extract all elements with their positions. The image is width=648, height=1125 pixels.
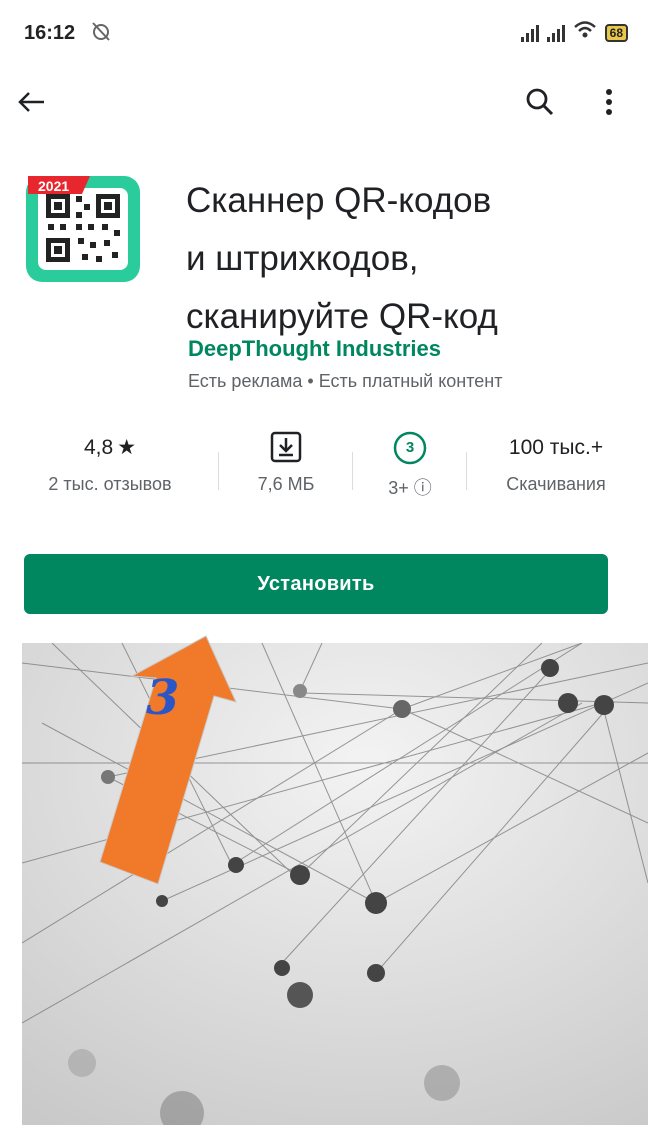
age-rating-badge: 3 [405, 439, 415, 456]
app-title: Сканнер QR-кодов и штрихкодов, сканируйт… [186, 172, 626, 346]
app-icon: 2021 [24, 172, 142, 284]
search-icon[interactable] [520, 82, 560, 122]
status-time: 16:12 [24, 22, 76, 44]
battery-icon: 68 [604, 23, 628, 42]
app-title-line: и штрихкодов, [186, 239, 419, 278]
app-title-line: Сканнер QR-кодов [186, 181, 492, 220]
icon-badge-text: 2021 [38, 178, 70, 194]
divider [466, 452, 467, 490]
size-stat: 7,6 МБ [226, 430, 346, 495]
downloads-stat: 100 тыс.+ Скачивания [474, 430, 638, 495]
install-button[interactable]: Установить [24, 554, 608, 614]
rating-stat[interactable]: 4,8 ★ 2 тыс. отзывов [10, 430, 210, 495]
download-icon [226, 430, 346, 466]
annotation-arrow: 3 [96, 634, 246, 894]
divider [218, 452, 219, 490]
back-arrow-icon[interactable] [14, 84, 50, 120]
rating-value: 4,8 [83, 436, 114, 459]
signal-icon [520, 24, 539, 42]
age-rating-stat[interactable]: 3 3+ ⓘ [360, 430, 460, 500]
more-vert-icon[interactable] [594, 82, 624, 122]
reviews-count: 2 тыс. отзывов [48, 474, 172, 494]
age-rating-icon: 3 [360, 430, 460, 466]
developer-link[interactable]: DeepThought Industries [188, 336, 441, 362]
ads-info: Есть реклама • Есть платный контент [188, 371, 503, 391]
divider [352, 452, 353, 490]
downloads-value: 100 тыс.+ [508, 436, 604, 459]
star-icon: ★ [117, 436, 137, 459]
status-bar: 16:12 68 [0, 0, 648, 70]
stats-row: 4,8 ★ 2 тыс. отзывов 7,6 МБ 3 3+ ⓘ 100 ты… [0, 430, 648, 510]
downloads-label: Скачивания [506, 474, 606, 494]
age-rating-label: 3+ ⓘ [388, 478, 432, 498]
signal-icon [546, 24, 565, 42]
app-size: 7,6 МБ [257, 474, 315, 494]
wifi-icon [573, 20, 597, 45]
no-alarm-icon [90, 20, 112, 48]
annotation-number: 3 [146, 670, 180, 726]
top-app-bar [0, 70, 648, 134]
